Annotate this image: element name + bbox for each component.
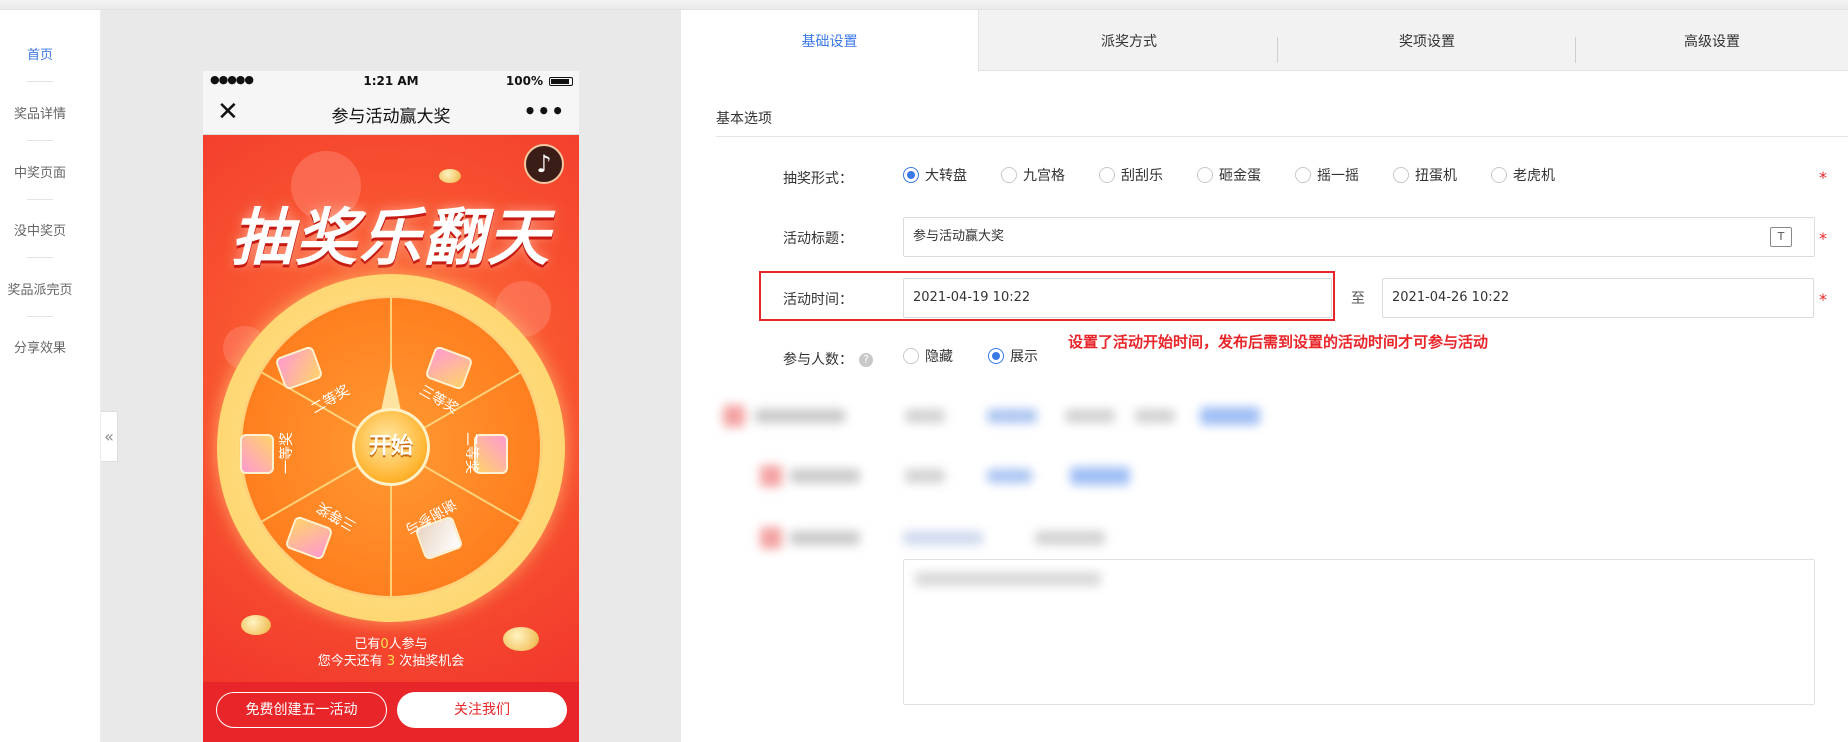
tab-advanced-settings[interactable]: 高级设置: [1576, 10, 1848, 71]
lottery-headline: 抽奖乐翻天: [230, 201, 551, 274]
help-icon[interactable]: ?: [859, 353, 873, 367]
join-info: 已有0人参与 您今天还有 3 次抽奖机会: [203, 636, 579, 670]
blur-block: [1065, 409, 1115, 423]
blur-block: [790, 531, 860, 545]
radio-gashapon[interactable]: 扭蛋机: [1393, 167, 1457, 187]
section-divider: [716, 136, 1848, 137]
radio-circle: [1393, 167, 1409, 183]
blur-block: [755, 409, 845, 423]
left-nav: 首页 奖品详情 中奖页面 没中奖页 奖品派完页 分享效果: [0, 10, 101, 742]
follow-us-button[interactable]: 关注我们: [397, 692, 567, 728]
radio-wheel[interactable]: 大转盘: [903, 167, 967, 187]
start-button[interactable]: 开始: [352, 408, 430, 486]
nav-item-home[interactable]: 首页: [0, 44, 80, 63]
music-icon[interactable]: ♪: [524, 144, 564, 184]
blur-block: [723, 405, 745, 427]
radio-circle: [1295, 167, 1311, 183]
activity-title-input[interactable]: 参与活动赢大奖: [903, 217, 1815, 257]
activity-title-label: 活动标题：: [783, 231, 853, 247]
blur-block: [915, 572, 1101, 586]
nav-divider: [27, 81, 53, 82]
radio-show-participants[interactable]: 展示: [988, 348, 1038, 368]
nav-divider: [27, 257, 53, 258]
radio-circle: [903, 348, 919, 364]
blur-block: [987, 469, 1032, 483]
highlight-box: [759, 271, 1335, 321]
participant-count-line: 已有0人参与: [354, 637, 428, 652]
wheel-pointer: [381, 363, 401, 411]
nav-divider: [27, 316, 53, 317]
end-time-input[interactable]: 2021-04-26 10:22: [1382, 278, 1814, 318]
nav-item-lose-page[interactable]: 没中奖页: [0, 220, 80, 239]
nav-item-prize-detail[interactable]: 奖品详情: [0, 103, 80, 122]
blur-block: [760, 527, 782, 549]
radio-shake[interactable]: 摇一摇: [1295, 167, 1359, 187]
top-border: [0, 0, 1848, 10]
gift-icon: [240, 434, 274, 474]
tab-prize-settings[interactable]: 奖项设置: [1278, 10, 1576, 71]
settings-tabs: 基础设置 派奖方式 奖项设置 高级设置: [681, 10, 1848, 72]
decor-coin: [439, 169, 461, 183]
nav-item-win-page[interactable]: 中奖页面: [0, 162, 80, 181]
radio-circle: [903, 167, 919, 183]
blurred-region: [715, 395, 1355, 555]
blur-block: [790, 469, 860, 483]
text-format-icon[interactable]: T: [1770, 227, 1792, 247]
participants-label: 参与人数：?: [783, 349, 873, 369]
blurred-placeholder: [915, 570, 1105, 590]
radio-circle: [1001, 167, 1017, 183]
blur-block: [1200, 407, 1260, 425]
required-mark: *: [1819, 168, 1827, 187]
wheel-prize-label: 二等奖: [463, 432, 479, 474]
lottery-type-label: 抽奖形式：: [783, 171, 853, 187]
lottery-page: ♪ 抽奖乐翻天 二等奖 三等奖 二等奖 谢谢参与 三等奖 一等奖 开始 已有0人…: [203, 71, 579, 742]
radio-circle: [1099, 167, 1115, 183]
required-mark: *: [1819, 229, 1827, 248]
blur-block: [987, 409, 1037, 423]
blur-block: [760, 465, 782, 487]
blur-block: [1135, 409, 1175, 423]
radio-hide-participants[interactable]: 隐藏: [903, 348, 953, 368]
nav-item-share-effect[interactable]: 分享效果: [0, 337, 80, 356]
blur-block: [903, 531, 983, 545]
radio-circle: [1197, 167, 1213, 183]
annotation-text: 设置了活动开始时间，发布后需到设置的活动时间才可参与活动: [1068, 333, 1489, 351]
blur-block: [1070, 467, 1130, 485]
radio-scratch[interactable]: 刮刮乐: [1099, 167, 1163, 187]
radio-slot-machine[interactable]: 老虎机: [1491, 167, 1555, 187]
tab-basic-settings[interactable]: 基础设置: [681, 10, 979, 72]
nav-divider: [27, 199, 53, 200]
radio-circle: [988, 348, 1004, 364]
radio-golden-egg[interactable]: 砸金蛋: [1197, 167, 1261, 187]
blur-block: [905, 409, 945, 423]
section-title: 基本选项: [716, 111, 772, 127]
chances-line: 您今天还有 3 次抽奖机会: [317, 654, 465, 669]
create-activity-button[interactable]: 免费创建五一活动: [216, 692, 387, 728]
blur-block: [1035, 531, 1105, 545]
radio-grid[interactable]: 九宫格: [1001, 167, 1065, 187]
tab-prize-delivery[interactable]: 派奖方式: [980, 10, 1278, 71]
time-range-separator: 至: [1351, 291, 1365, 307]
wheel-prize-label: 一等奖: [279, 432, 295, 474]
collapse-sidebar-icon[interactable]: «: [101, 411, 118, 462]
decor-coin: [241, 615, 271, 635]
radio-circle: [1491, 167, 1507, 183]
nav-divider: [27, 140, 53, 141]
blur-block: [905, 469, 945, 483]
required-mark: *: [1819, 290, 1827, 309]
nav-item-prizes-gone-page[interactable]: 奖品派完页: [0, 279, 80, 298]
